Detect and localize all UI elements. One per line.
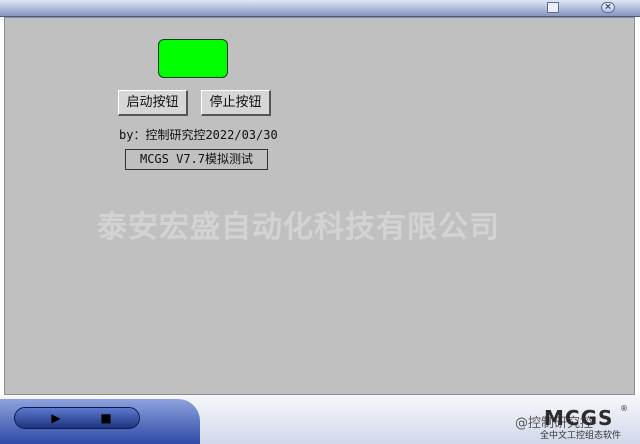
play-icon[interactable]: ▶ xyxy=(36,409,76,427)
hmi-canvas: 启动按钮 停止按钮 by：控制研究控2022/03/30 MCGS V7.7模拟… xyxy=(4,17,635,395)
stop-icon[interactable]: ■ xyxy=(86,409,126,427)
restore-icon[interactable] xyxy=(547,2,559,13)
status-indicator-lamp xyxy=(158,39,228,78)
mcgs-logo: MCGS xyxy=(544,406,614,430)
registered-mark: ® xyxy=(620,404,628,413)
title-bar: × xyxy=(0,0,640,17)
company-watermark: 泰安宏盛自动化科技有限公司 xyxy=(97,210,500,245)
version-label: MCGS V7.7模拟测试 xyxy=(125,149,268,170)
author-label: by：控制研究控2022/03/30 xyxy=(119,128,278,142)
close-button[interactable]: × xyxy=(601,2,615,13)
stop-button[interactable]: 停止按钮 xyxy=(201,90,271,116)
brand-tagline: 全中文工控组态软件 xyxy=(540,431,622,441)
start-button[interactable]: 启动按钮 xyxy=(118,90,188,116)
